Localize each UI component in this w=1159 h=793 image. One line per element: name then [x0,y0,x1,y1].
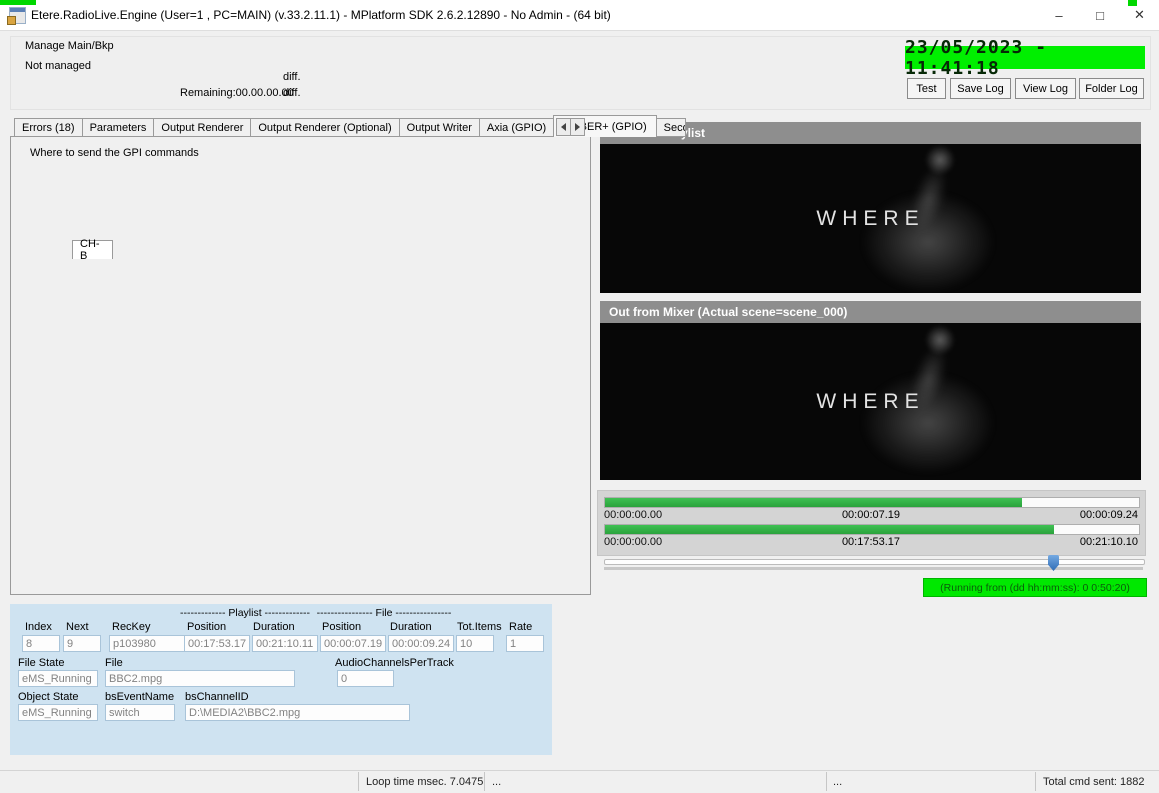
seek-slider-track[interactable] [604,559,1145,565]
file-field: BBC2.mpg [105,670,295,687]
file-state-field: eMS_Running [18,670,98,687]
playlist-progress-bar [604,524,1140,535]
tab-errors[interactable]: Errors (18) [14,118,83,137]
channel-tab-b[interactable]: CH-B [72,240,113,259]
minimize-button[interactable]: – [1038,0,1080,30]
playlist-position-label: Position [187,621,226,633]
totitems-label: Tot.Items [457,621,502,633]
loop-time-status: Loop time msec. 7.0475 [366,776,483,788]
reckey-label: RecKey [112,621,151,633]
status-dots-1: ... [492,776,501,788]
tab-parameters[interactable]: Parameters [82,118,155,137]
playlist-progress-end: 00:21:10.10 [604,536,1138,548]
save-log-button[interactable]: Save Log [950,78,1011,99]
index-field: 8 [22,635,60,652]
datetime-display: 23/05/2023 - 11:41:18 [905,46,1145,69]
tab-output-renderer[interactable]: Output Renderer [153,118,251,137]
rate-label: Rate [509,621,532,633]
maximize-button[interactable]: □ [1080,0,1120,30]
file-columns-header: ---------------- File ---------------- [313,607,455,619]
playlist-duration-label: Duration [253,621,295,633]
close-button[interactable]: ✕ [1120,0,1159,30]
mixer-monitor-header: Out from Mixer (Actual scene=scene_000) … [600,301,1141,323]
next-field: 9 [63,635,101,652]
file-position-label: Position [322,621,361,633]
file-progress-fill [605,498,1022,507]
status-dots-2: ... [833,776,842,788]
file-state-label: File State [18,657,64,669]
running-from-banner: (Running from (dd hh:mm:ss): 0 0:50:20) [923,578,1147,597]
event-name-label: bsEventName [105,691,174,703]
remaining-label: Remaining:00.00.00.00 [180,87,294,99]
view-log-button[interactable]: View Log [1015,78,1076,99]
file-progress-bar [604,497,1140,508]
tab-output-writer[interactable]: Output Writer [399,118,480,137]
object-state-label: Object State [18,691,79,703]
test-button[interactable]: Test [907,78,946,99]
file-progress-end: 00:00:09.24 [604,509,1138,521]
file-duration-field: 00:00:09.24 [388,635,454,652]
channel-id-label: bsChannelID [185,691,249,703]
next-label: Next [66,621,89,633]
audio-channels-field: 0 [337,670,394,687]
reckey-field: p103980 [109,635,185,652]
status-bar [0,770,1159,793]
green-strip-right [1128,0,1137,6]
playlist-progress-fill [605,525,1054,534]
status-divider [358,772,359,791]
tab-scroll-right-icon[interactable] [570,118,585,136]
manage-main-bkp-label: Manage Main/Bkp [25,40,114,52]
folder-log-button[interactable]: Folder Log [1079,78,1144,99]
file-position-field: 00:00:07.19 [320,635,386,652]
status-divider [1035,772,1036,791]
status-divider [484,772,485,791]
tab-seco-truncated[interactable]: Seco [656,118,686,137]
event-name-field: switch [105,704,175,721]
mixer-video-preview: WHERE [600,323,1141,480]
playlist-video-overlay-text: WHERE [600,144,1141,293]
playlist-columns-header: ------------- Playlist ------------- [180,607,308,619]
ember-gpio-tab-page [10,136,591,595]
playlist-video-preview: WHERE [600,144,1141,293]
green-strip-left [0,0,36,5]
diff-bottom-label: diff. [283,87,301,99]
tab-output-renderer-optional[interactable]: Output Renderer (Optional) [250,118,399,137]
managed-status-label: Not managed [25,60,91,72]
mixer-video-overlay-text: WHERE [600,323,1141,480]
application-window: Etere.RadioLive.Engine (User=1 , PC=MAIN… [0,0,1159,793]
window-title: Etere.RadioLive.Engine (User=1 , PC=MAIN… [31,8,611,22]
diff-top-label: diff. [283,71,301,83]
total-cmd-status: Total cmd sent: 1882 [1043,776,1145,788]
channel-id-field: D:\MEDIA2\BBC2.mpg [185,704,410,721]
index-label: Index [25,621,52,633]
playlist-position-field: 00:17:53.17 [184,635,250,652]
rate-field: 1 [506,635,544,652]
tab-scroll-left-icon[interactable] [556,118,571,136]
audio-channels-label: AudioChannelsPerTrack [335,657,454,669]
gpi-commands-group-title: Where to send the GPI commands [30,147,199,159]
tab-axia-gpio[interactable]: Axia (GPIO) [479,118,554,137]
status-divider [826,772,827,791]
object-state-field: eMS_Running [18,704,98,721]
mixer-monitor-title: Out from Mixer (Actual scene=scene_000) [609,305,847,319]
file-duration-label: Duration [390,621,432,633]
seek-slider-track-lower [604,567,1143,570]
playlist-duration-field: 00:21:10.11 [252,635,318,652]
app-icon [9,7,26,24]
totitems-field: 10 [456,635,494,652]
title-bar: Etere.RadioLive.Engine (User=1 , PC=MAIN… [0,0,1159,31]
file-label: File [105,657,123,669]
